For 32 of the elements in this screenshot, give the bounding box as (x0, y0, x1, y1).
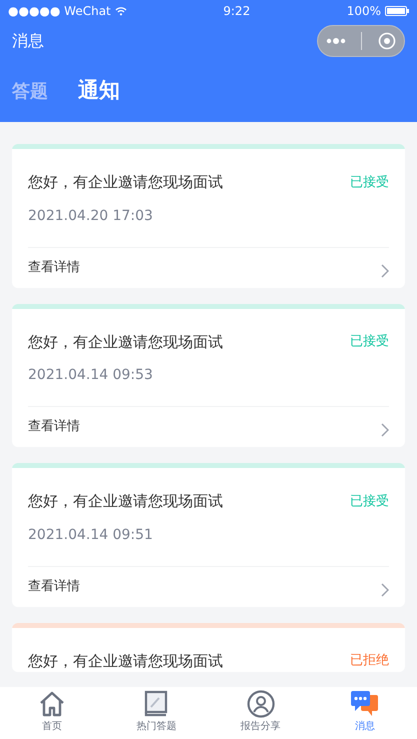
close-icon[interactable] (378, 32, 396, 50)
status-label: 已接受 (350, 492, 389, 510)
wifi-icon (114, 6, 127, 16)
page-title: 消息 (12, 30, 44, 52)
clock-time: 9:22 (223, 3, 250, 20)
notification-title: 您好，有企业邀请您现场面试 (28, 650, 223, 672)
chevron-right-icon[interactable] (381, 264, 389, 278)
tab-bar-item[interactable]: 热门答题 (104, 687, 208, 739)
notification-title: 您好，有企业邀请您现场面试 (28, 172, 223, 193)
details-link[interactable]: 查看详情 (28, 576, 80, 596)
notification-title: 您好，有企业邀请您现场面试 (28, 491, 223, 512)
capsule-menu[interactable] (317, 25, 405, 57)
carrier-label: ●●●●● WeChat (8, 3, 111, 20)
details-link[interactable]: 查看详情 (28, 417, 80, 437)
tab-bar-item[interactable]: 首页 (0, 687, 104, 739)
battery-icon (385, 6, 409, 16)
notification-title: 您好，有企业邀请您现场面试 (28, 332, 223, 352)
notification-date: 2021.04.20 17:03 (27, 206, 154, 226)
chevron-right-icon[interactable] (381, 423, 389, 437)
status-label: 已接受 (350, 333, 389, 351)
details-link[interactable]: 查看详情 (28, 258, 80, 278)
chevron-right-icon[interactable] (381, 582, 389, 596)
battery-percent: 100% (346, 3, 381, 20)
more-icon[interactable] (326, 37, 346, 45)
tab-bar-item[interactable]: 消息 (312, 687, 417, 739)
status-label: 已接受 (350, 174, 389, 192)
notification-date: 2021.04.14 09:51 (27, 526, 154, 544)
status-label: 已拒绝 (350, 652, 389, 670)
tab-bar-item[interactable]: 报告分享 (208, 687, 313, 739)
person-icon[interactable] (246, 689, 276, 719)
tab[interactable]: 通知 (78, 75, 120, 107)
notification-date: 2021.04.14 09:53 (27, 366, 154, 385)
